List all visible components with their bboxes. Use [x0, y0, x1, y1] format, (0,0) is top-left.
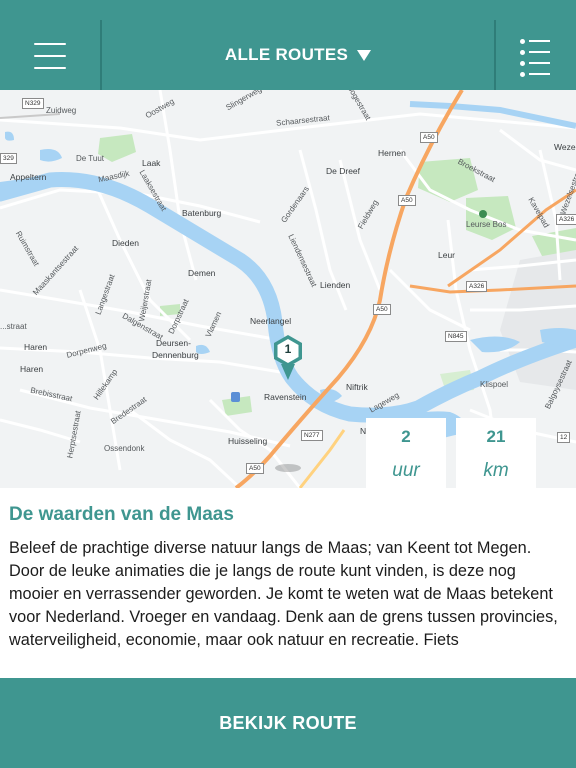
map-label: Dennenburg: [152, 350, 199, 360]
map-label: Dieden: [112, 238, 139, 248]
list-icon[interactable]: [508, 30, 560, 82]
road-shield-a50-4: A50: [246, 463, 264, 474]
map-label: Klispoel: [480, 380, 509, 389]
road-shield-a50-1: A50: [420, 132, 438, 143]
marker-number: 1: [284, 342, 292, 356]
map-label: Ravenstein: [264, 392, 307, 402]
map-label: Huisseling: [228, 436, 268, 446]
map-label: Lienden: [320, 280, 351, 290]
map-label: Leur: [438, 250, 456, 260]
map-label: Haren: [24, 342, 48, 352]
map-label: Leurse Bos: [466, 220, 507, 229]
map-label: Zuidweg: [46, 106, 77, 115]
map-label: De Dreef: [326, 166, 361, 176]
map-label: Deursen-: [156, 338, 191, 348]
map-label: Ossendonk: [104, 444, 145, 453]
map-label: Haren: [20, 364, 44, 374]
road-shield-12: 12: [557, 432, 571, 443]
triangle-down-icon: [357, 49, 372, 61]
all-routes-label: ALLE ROUTES: [224, 45, 349, 64]
map-label: Demen: [188, 268, 216, 278]
bus-stop-icon: [231, 392, 240, 402]
view-route-button[interactable]: BEKIJK ROUTE: [0, 678, 576, 768]
map-label: Neerlangel: [250, 316, 292, 326]
top-bar: ALLE ROUTES: [0, 0, 576, 90]
tree-icon: [479, 210, 487, 218]
map-label: Batenburg: [182, 208, 222, 218]
view-route-label: BEKIJK ROUTE: [219, 712, 357, 733]
map-label: De Tuut: [76, 154, 105, 163]
duration-unit: uur: [392, 460, 420, 481]
road-shield-a326-2: A326: [466, 281, 488, 292]
road-shield-a50-2: A50: [398, 195, 416, 206]
road-shield-n845: N845: [445, 331, 467, 342]
route-title: De waarden van de Maas: [9, 504, 234, 525]
hamburger-icon[interactable]: [24, 30, 76, 82]
distance-unit: km: [483, 460, 509, 481]
map-label: Laak: [142, 158, 161, 168]
route-marker-pin[interactable]: 1: [271, 334, 305, 384]
road-shield-n329: N329: [22, 98, 44, 109]
road-shield-a50-3: A50: [373, 304, 391, 315]
distance-stat: 21 km: [456, 418, 536, 488]
route-description: Beleef de prachtige diverse natuur langs…: [9, 539, 558, 649]
map-label: ...straat: [0, 322, 27, 331]
map-label: Appeltern: [10, 172, 47, 182]
road-shield-n277: N277: [301, 430, 323, 441]
duration-value: 2: [401, 427, 411, 446]
map-label: Wezel: [554, 142, 576, 152]
distance-value: 21: [486, 427, 506, 446]
all-routes-dropdown[interactable]: ALLE ROUTES: [102, 20, 494, 90]
map-label: Niftrik: [346, 382, 368, 392]
header-divider-right: [494, 20, 496, 90]
map-label: Hernen: [378, 148, 406, 158]
road-shield-329: 329: [0, 153, 17, 164]
duration-stat: 2 uur: [366, 418, 446, 488]
